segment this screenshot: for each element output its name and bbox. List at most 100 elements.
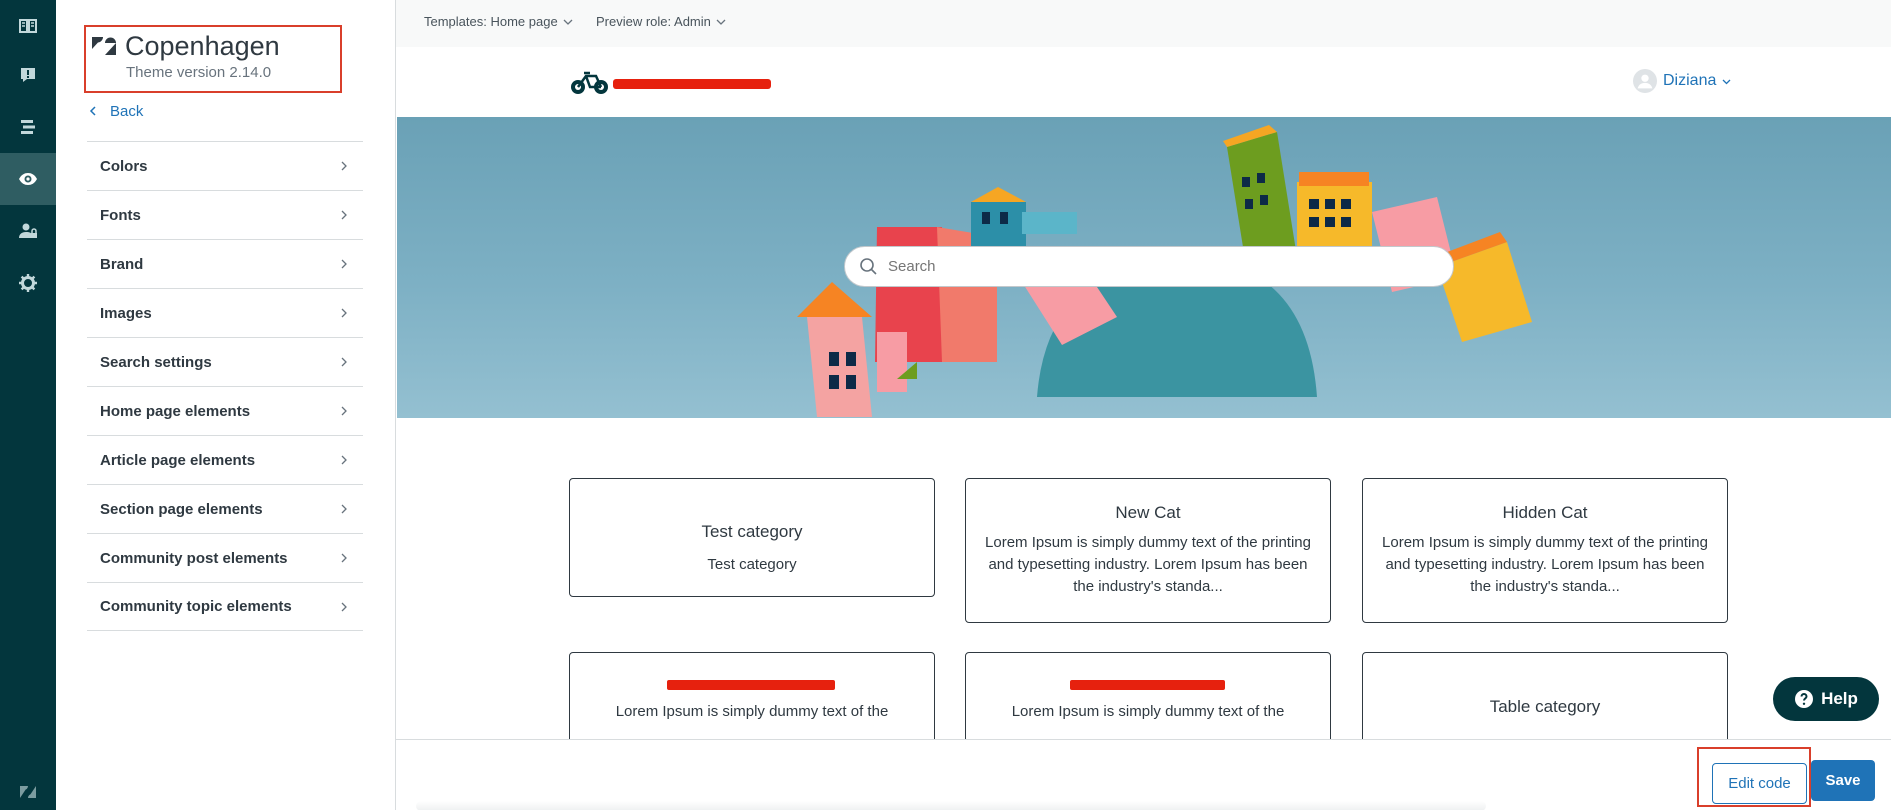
category-card[interactable]: Test category Test category <box>569 478 935 597</box>
category-title: Test category <box>701 522 803 541</box>
category-description: Lorem Ipsum is simply dummy text of the <box>1011 703 1285 720</box>
rail-item-zendesk-home[interactable] <box>0 766 56 810</box>
template-dropdown-label: Templates: Home page <box>424 14 558 29</box>
rail-item-themes[interactable] <box>0 153 56 205</box>
rail-item-user-permissions[interactable] <box>0 205 56 257</box>
category-card[interactable]: Lorem Ipsum is simply dummy text of the <box>965 652 1331 739</box>
category-card[interactable]: New Cat Lorem Ipsum is simply dummy text… <box>965 478 1331 623</box>
help-center-preview-frame: Diziana Search Test category Test catego… <box>396 47 1891 739</box>
category-title: Table category <box>1489 697 1601 716</box>
chevron-right-icon <box>341 602 347 611</box>
search-input[interactable] <box>888 258 1408 275</box>
scroll-shadow <box>416 801 1486 810</box>
community-icon <box>21 120 35 134</box>
category-description: Lorem Ipsum is simply dummy text of the <box>615 703 889 720</box>
settings-item-label: Community topic elements <box>100 598 292 615</box>
chevron-right-icon <box>341 455 347 465</box>
hero-banner <box>397 117 1891 418</box>
settings-item-label: Images <box>100 304 152 322</box>
preview-role-dropdown[interactable]: Preview role: Admin <box>596 14 726 29</box>
chevron-right-icon <box>341 210 347 220</box>
redacted-brand-name <box>613 79 771 89</box>
settings-item-label: Search settings <box>100 353 212 371</box>
settings-item-label: Brand <box>100 255 144 273</box>
theme-preview: Templates: Home page Preview role: Admin… <box>396 0 1891 810</box>
chevron-right-icon <box>341 161 347 171</box>
settings-item-label: Community post elements <box>100 549 288 567</box>
category-card[interactable]: Hidden Cat Lorem Ipsum is simply dummy t… <box>1362 478 1728 623</box>
settings-item-community-topic-elements[interactable]: Community topic elements <box>87 582 363 631</box>
eye-icon <box>19 173 37 185</box>
category-description: Lorem Ipsum is simply dummy text of the … <box>1382 534 1708 595</box>
chevron-right-icon <box>341 406 347 416</box>
help-button[interactable]: Help <box>1773 677 1879 721</box>
gear-icon <box>19 274 37 292</box>
template-dropdown[interactable]: Templates: Home page <box>424 14 573 29</box>
help-icon <box>1795 690 1814 708</box>
save-button[interactable]: Save <box>1811 760 1875 801</box>
settings-item-label: Colors <box>100 157 148 175</box>
preview-toolbar: Templates: Home page Preview role: Admin <box>396 0 1891 46</box>
user-avatar-icon <box>1637 74 1653 89</box>
preview-role-label: Preview role: Admin <box>596 14 711 29</box>
redacted-category-title <box>667 680 835 690</box>
theme-name: Copenhagen <box>125 31 280 61</box>
settings-list: Colors Fonts Brand Images Search setting… <box>87 141 419 631</box>
rail-item-settings[interactable] <box>0 257 56 309</box>
chevron-down-icon <box>1722 79 1731 84</box>
chevron-down-icon <box>716 19 726 25</box>
user-permissions-icon <box>19 223 37 238</box>
user-name: Diziana <box>1663 72 1717 89</box>
edit-code-highlight: Edit code <box>1697 747 1811 807</box>
settings-item-article-page-elements[interactable]: Article page elements <box>87 435 363 484</box>
chevron-right-icon <box>341 357 347 367</box>
category-title: Hidden Cat <box>1502 503 1588 522</box>
support-icon <box>21 68 35 82</box>
zendesk-logo-icon <box>92 37 116 55</box>
chevron-right-icon <box>341 553 347 563</box>
product-nav-rail <box>0 0 56 810</box>
category-card[interactable]: Table category <box>1362 652 1728 739</box>
chevron-right-icon <box>341 504 347 514</box>
chevron-down-icon <box>563 19 573 25</box>
rail-item-guide[interactable] <box>0 0 56 52</box>
avatar <box>1633 69 1657 93</box>
settings-item-label: Fonts <box>100 206 141 224</box>
search-icon <box>860 258 877 275</box>
category-card[interactable]: Lorem Ipsum is simply dummy text of the <box>569 652 935 739</box>
settings-item-label: Section page elements <box>100 500 263 518</box>
help-button-label: Help <box>1821 689 1858 708</box>
edit-code-button[interactable]: Edit code <box>1712 763 1807 804</box>
guide-icon <box>19 19 37 33</box>
settings-item-label: Home page elements <box>100 402 251 420</box>
category-description: Test category <box>707 556 797 573</box>
back-link[interactable]: Back <box>88 101 143 121</box>
settings-item-community-post-elements[interactable]: Community post elements <box>87 533 363 582</box>
theme-header: Copenhagen Theme version 2.14.0 <box>84 25 342 93</box>
settings-item-images[interactable]: Images <box>87 288 363 337</box>
theme-version: Theme version 2.14.0 <box>126 64 272 81</box>
rail-item-community[interactable] <box>0 101 56 153</box>
settings-item-colors[interactable]: Colors <box>87 141 363 190</box>
theme-settings-panel: Copenhagen Theme version 2.14.0 Back Col… <box>56 0 396 810</box>
zendesk-logo-icon <box>20 786 36 798</box>
chevron-right-icon <box>341 308 347 318</box>
site-header: Diziana <box>396 47 1891 117</box>
category-description: Lorem Ipsum is simply dummy text of the … <box>985 534 1311 595</box>
chevron-left-icon <box>89 106 96 116</box>
settings-item-home-page-elements[interactable]: Home page elements <box>87 386 363 435</box>
settings-item-fonts[interactable]: Fonts <box>87 190 363 239</box>
back-link-label: Back <box>110 102 144 120</box>
hero-search-field[interactable] <box>844 246 1454 287</box>
rail-item-support[interactable] <box>0 49 56 101</box>
settings-item-section-page-elements[interactable]: Section page elements <box>87 484 363 533</box>
bicycle-logo-icon[interactable] <box>570 70 610 96</box>
category-title: New Cat <box>1115 503 1181 522</box>
action-bar: Edit code Save <box>396 739 1891 810</box>
user-menu[interactable]: Diziana <box>1633 69 1731 93</box>
redacted-category-title <box>1070 680 1225 690</box>
settings-item-brand[interactable]: Brand <box>87 239 363 288</box>
settings-item-label: Article page elements <box>100 451 256 469</box>
chevron-right-icon <box>341 259 347 269</box>
settings-item-search-settings[interactable]: Search settings <box>87 337 363 386</box>
